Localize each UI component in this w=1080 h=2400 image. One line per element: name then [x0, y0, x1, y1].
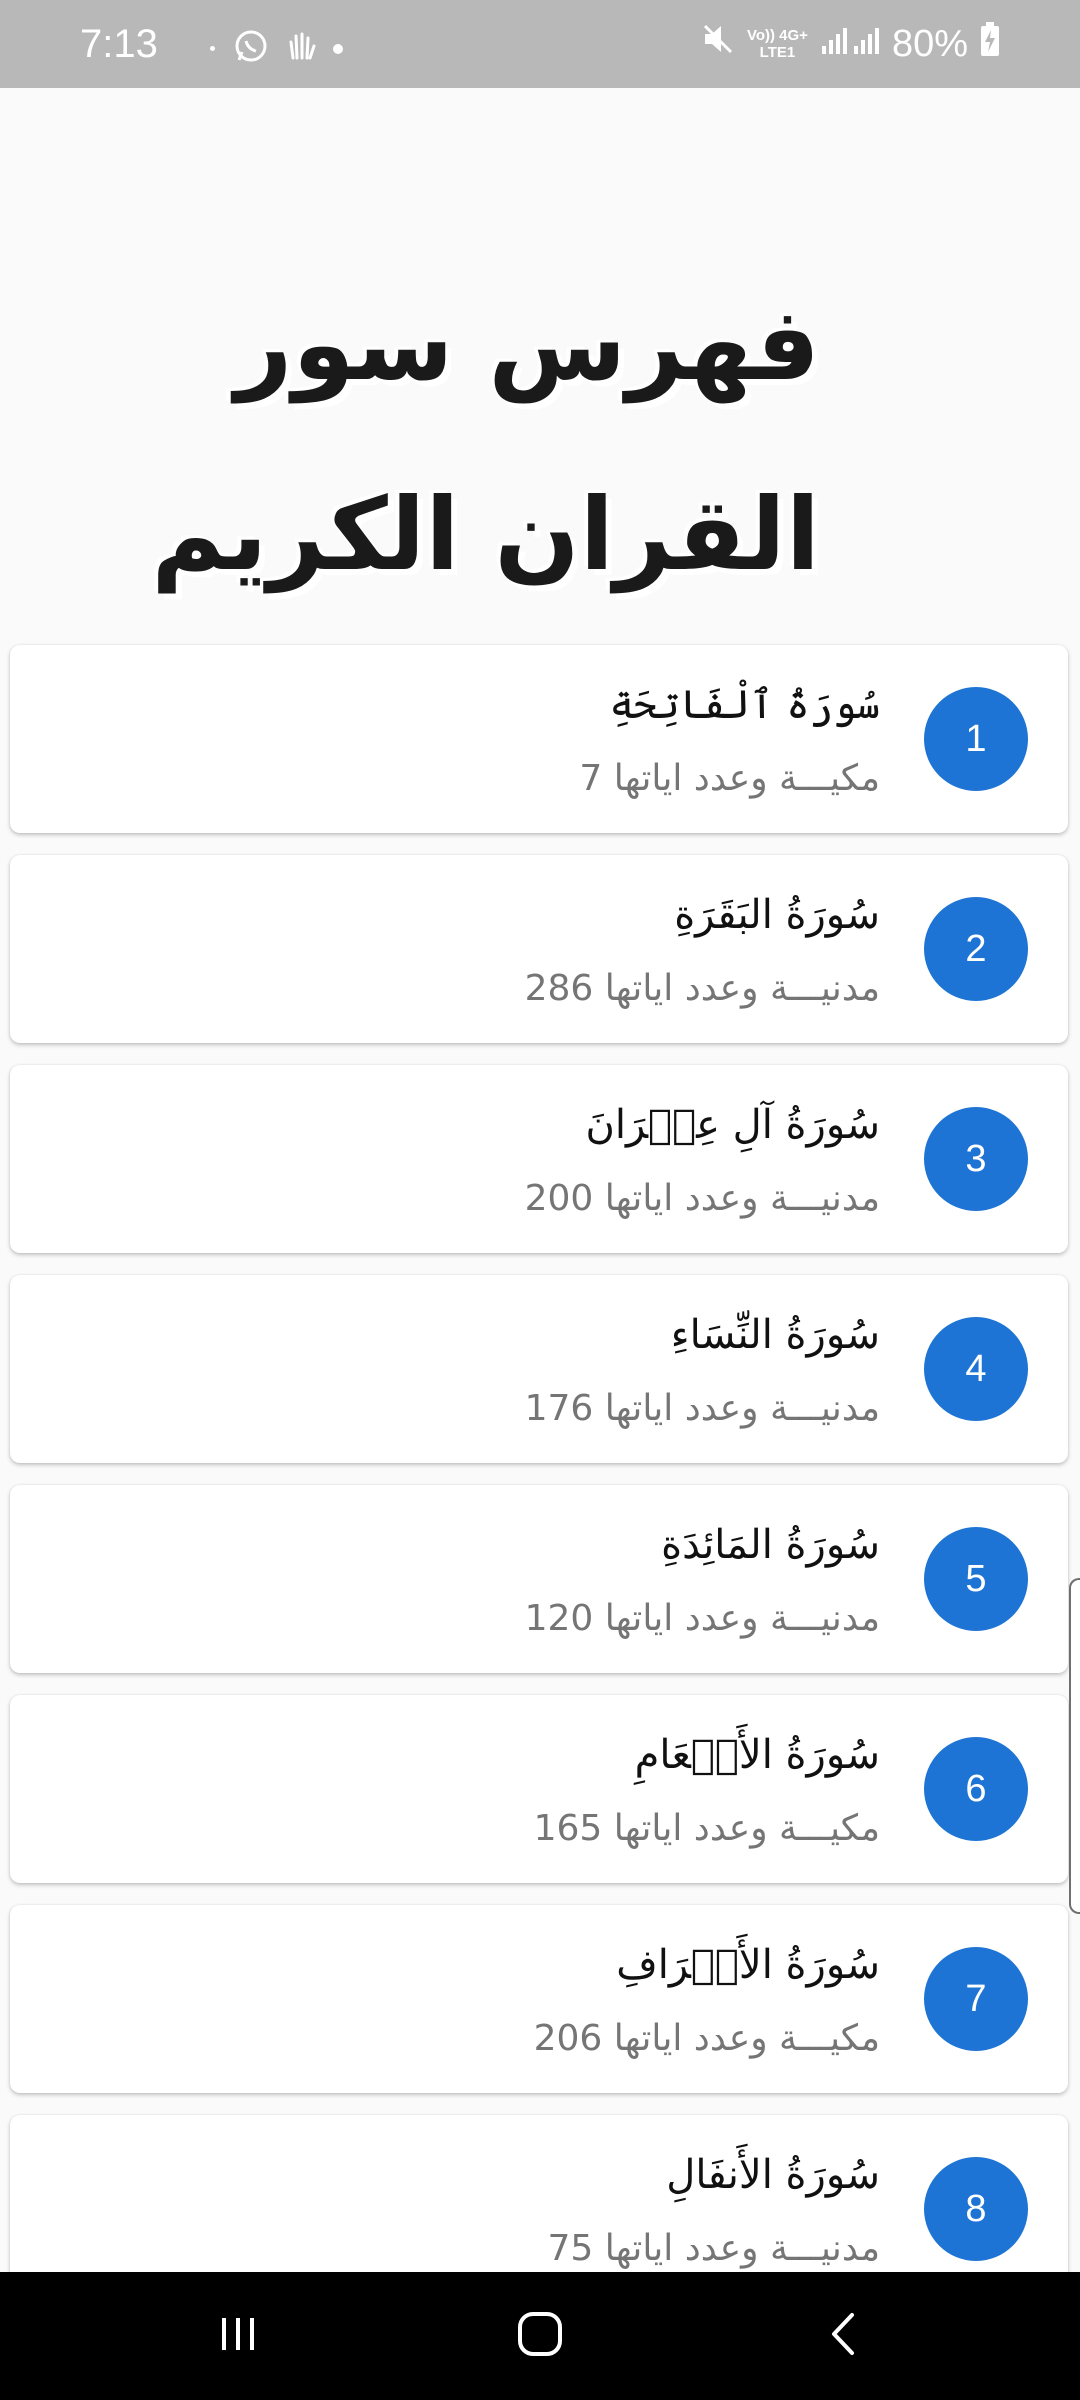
surah-number-badge: 1: [924, 687, 1028, 791]
navigation-bar: [0, 2272, 1080, 2400]
surah-name: سُورَةُ الأَعۡرَافِ: [616, 1942, 880, 1988]
battery-level: 80%: [891, 23, 968, 65]
surah-name: سُورَةُ المَائِدَةِ: [661, 1522, 880, 1568]
network-line-2: LTE1: [759, 44, 796, 61]
surah-meta: مكيـــة وعدد اياتها 165: [533, 1808, 880, 1849]
surah-number-badge: 3: [924, 1107, 1028, 1211]
dot-icon: [333, 43, 343, 54]
surah-card[interactable]: 2 سُورَةُ البَقَرَةِ مدنيـــة وعدد اياتها …: [10, 855, 1068, 1043]
surah-list: 1 سُورَةُ ٱلْفَاتِحَةِ مكيـــة وعدد اياتها…: [10, 645, 1068, 2325]
status-right: Vo)) 4G+ LTE1 80%: [701, 20, 1000, 68]
wave-hand-icon: [283, 28, 319, 69]
surah-number-badge: 7: [924, 1947, 1028, 2051]
surah-name: سُورَةُ الأَنفَالِ: [666, 2152, 880, 2198]
network-line-1: Vo)) 4G+: [746, 27, 808, 44]
surah-name: سُورَةُ الأَنۡعَامِ: [634, 1732, 880, 1778]
surah-name: سُورَةُ آلِ عِمۡرَانَ: [585, 1102, 881, 1148]
page-title: فهرس سور القران الكريم: [151, 286, 822, 593]
surah-number-badge: 2: [924, 897, 1028, 1001]
surah-number-badge: 5: [924, 1527, 1028, 1631]
battery-charging-icon: [980, 20, 1000, 68]
surah-meta: مدنيـــة وعدد اياتها 176: [524, 1388, 880, 1429]
surah-meta: مدنيـــة وعدد اياتها 200: [524, 1178, 880, 1219]
surah-name: سُورَةُ ٱلْفَاتِحَةِ: [609, 682, 880, 728]
dot-separator-icon: [210, 46, 215, 51]
surah-number-badge: 4: [924, 1317, 1028, 1421]
surah-meta: مكيـــة وعدد اياتها 7: [579, 758, 880, 799]
notification-icons: [210, 28, 343, 69]
whatsapp-icon: [233, 28, 269, 69]
home-button[interactable]: [490, 2296, 590, 2376]
home-icon: [515, 2309, 565, 2363]
status-bar: 7:13 Vo)) 4G+ LTE1 80%: [0, 0, 1080, 88]
surah-meta: مدنيـــة وعدد اياتها 286: [524, 968, 880, 1009]
back-button[interactable]: [794, 2296, 894, 2376]
surah-card[interactable]: 4 سُورَةُ النِّسَاءِ مدنيـــة وعدد اياتها …: [10, 1275, 1068, 1463]
surah-card[interactable]: 7 سُورَةُ الأَعۡرَافِ مكيـــة وعدد اياتها …: [10, 1905, 1068, 2093]
surah-meta: مدنيـــة وعدد اياتها 75: [547, 2228, 880, 2269]
surah-card[interactable]: 3 سُورَةُ آلِ عِمۡرَانَ مدنيـــة وعدد ايات…: [10, 1065, 1068, 1253]
signal-icon: [820, 20, 880, 68]
surah-name: سُورَةُ البَقَرَةِ: [674, 892, 880, 938]
status-time: 7:13: [80, 22, 158, 66]
recent-apps-button[interactable]: [188, 2296, 288, 2376]
scrollbar[interactable]: [1069, 1578, 1080, 1914]
surah-name: سُورَةُ النِّسَاءِ: [670, 1312, 880, 1358]
surah-card[interactable]: 5 سُورَةُ المَائِدَةِ مدنيـــة وعدد اياتها…: [10, 1485, 1068, 1673]
surah-number-badge: 6: [924, 1737, 1028, 1841]
back-icon: [824, 2309, 864, 2363]
surah-card[interactable]: 1 سُورَةُ ٱلْفَاتِحَةِ مكيـــة وعدد اياتها…: [10, 645, 1068, 833]
network-label: Vo)) 4G+ LTE1: [747, 27, 808, 61]
surah-meta: مدنيـــة وعدد اياتها 120: [524, 1598, 880, 1639]
surah-meta: مكيـــة وعدد اياتها 206: [533, 2018, 880, 2059]
surah-number-badge: 8: [924, 2157, 1028, 2261]
mute-icon: [701, 20, 735, 68]
surah-card[interactable]: 6 سُورَةُ الأَنۡعَامِ مكيـــة وعدد اياتها …: [10, 1695, 1068, 1883]
recent-apps-icon: [216, 2312, 260, 2360]
